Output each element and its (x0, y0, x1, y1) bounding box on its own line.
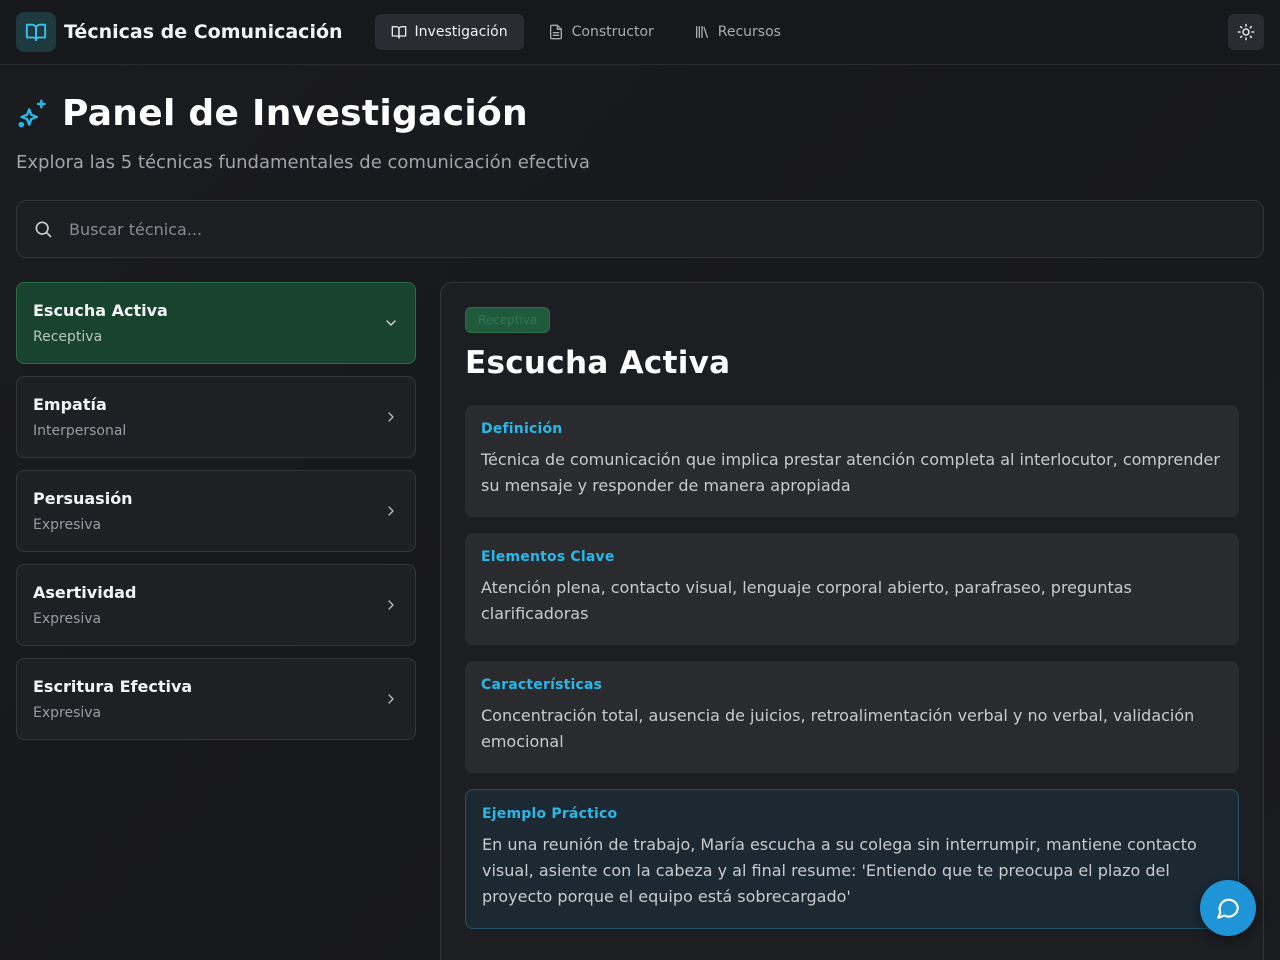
technique-title: Escucha Activa (33, 301, 168, 320)
page-header: Panel de Investigación Explora las 5 téc… (0, 65, 1280, 173)
card-text: Concentración total, ausencia de juicios… (481, 706, 1195, 751)
main-content: Escucha Activa Receptiva Empatía Interpe… (0, 258, 1280, 960)
chat-button[interactable] (1200, 880, 1256, 936)
technique-title: Persuasión (33, 489, 133, 508)
technique-item-asertividad[interactable]: Asertividad Expresiva (16, 564, 416, 646)
app-title: Técnicas de Comunicación (64, 21, 343, 43)
search-bar (16, 200, 1264, 258)
card-label: Elementos Clave (481, 549, 615, 565)
key-elements-card: Elementos Clave Atención plena, contacto… (465, 533, 1239, 645)
technique-item-persuasion[interactable]: Persuasión Expresiva (16, 470, 416, 552)
nav-constructor[interactable]: Constructor (532, 14, 670, 50)
search-icon (35, 221, 52, 238)
technique-category: Receptiva (33, 329, 103, 345)
card-text: En una reunión de trabajo, María escucha… (482, 835, 1197, 906)
search-input[interactable] (69, 219, 1247, 239)
example-card: Ejemplo Práctico En una reunión de traba… (465, 789, 1239, 929)
chevron-right-icon (388, 694, 394, 704)
technique-list: Escucha Activa Receptiva Empatía Interpe… (16, 282, 416, 960)
book-open-icon[interactable] (16, 12, 56, 52)
sparkles-icon (18, 98, 46, 127)
card-label: Definición (481, 421, 563, 437)
message-circle-icon (1217, 898, 1239, 919)
technique-title: Empatía (33, 395, 107, 414)
file-text-icon (549, 24, 562, 40)
technique-item-empatia[interactable]: Empatía Interpersonal (16, 376, 416, 458)
chevron-down-icon (386, 320, 396, 326)
page-title: Panel de Investigación (62, 93, 528, 134)
nav-recursos[interactable]: Recursos (678, 14, 797, 50)
technique-category: Expresiva (33, 705, 102, 721)
category-badge: Receptiva (465, 307, 551, 333)
sun-icon (1237, 23, 1255, 41)
book-open-icon (391, 26, 406, 39)
technique-title: Escritura Efectiva (33, 677, 193, 696)
library-icon (695, 26, 708, 38)
main-nav: Investigación Constructor Recursos (374, 14, 797, 50)
top-bar: Técnicas de Comunicación Investigación C… (0, 0, 1280, 65)
technique-category: Interpersonal (33, 423, 127, 439)
theme-toggle-button[interactable] (1228, 14, 1264, 50)
card-label: Características (481, 677, 603, 693)
nav-investigacion[interactable]: Investigación (374, 14, 524, 50)
technique-item-escucha-activa[interactable]: Escucha Activa Receptiva (16, 282, 416, 364)
characteristics-card: Características Concentración total, aus… (465, 661, 1239, 773)
definition-card: Definición Técnica de comunicación que i… (465, 405, 1239, 517)
card-text: Atención plena, contacto visual, lenguaj… (481, 578, 1132, 623)
chevron-right-icon (388, 600, 394, 610)
technique-title: Asertividad (33, 583, 137, 602)
nav-label: Constructor (571, 24, 654, 40)
technique-detail-panel: Receptiva Escucha Activa Definición Técn… (440, 282, 1264, 960)
technique-category: Expresiva (33, 611, 102, 627)
card-text: Técnica de comunicación que implica pres… (481, 450, 1220, 495)
detail-title: Escucha Activa (465, 345, 731, 381)
chevron-right-icon (388, 412, 394, 422)
technique-category: Expresiva (33, 517, 102, 533)
technique-item-escritura-efectiva[interactable]: Escritura Efectiva Expresiva (16, 658, 416, 740)
nav-label: Investigación (414, 24, 508, 40)
page-subtitle: Explora las 5 técnicas fundamentales de … (16, 152, 590, 173)
chevron-right-icon (388, 506, 394, 516)
card-label: Ejemplo Práctico (482, 806, 618, 822)
nav-label: Recursos (717, 24, 781, 40)
